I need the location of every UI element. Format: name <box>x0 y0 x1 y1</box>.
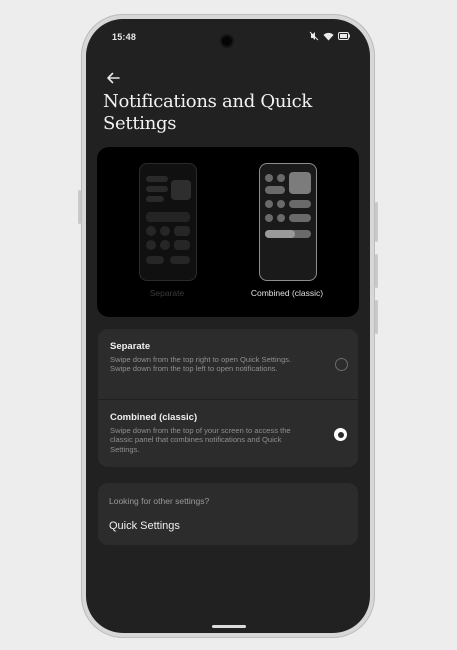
status-icons <box>309 31 350 41</box>
combined-radio[interactable] <box>334 428 347 441</box>
combined-preview-label: Combined (classic) <box>250 288 324 298</box>
screen: 15:48 Notifications and Quick Settings S… <box>86 19 370 633</box>
wifi-icon <box>323 32 334 40</box>
do-not-disturb-icon <box>309 31 319 41</box>
option-combined-title: Combined (classic) <box>110 412 198 423</box>
power-button <box>375 202 378 242</box>
front-camera <box>222 36 232 46</box>
volume-button <box>78 190 81 224</box>
back-arrow-icon[interactable] <box>104 69 122 87</box>
home-indicator[interactable] <box>212 625 246 628</box>
option-separate-title: Separate <box>110 341 151 352</box>
combined-preview[interactable] <box>259 163 317 281</box>
volume-down-button <box>375 300 378 334</box>
radio-selected-dot <box>337 431 344 438</box>
phone-frame: 15:48 Notifications and Quick Settings S… <box>78 14 378 638</box>
status-time: 15:48 <box>112 32 137 42</box>
option-combined-description: Swipe down from the top of your screen t… <box>110 426 291 454</box>
volume-up-button <box>375 254 378 288</box>
other-settings-card: Looking for other settings? Quick Settin… <box>98 483 358 545</box>
layout-options-card: Separate Swipe down from the top right t… <box>98 329 358 467</box>
option-separate-description: Swipe down from the top right to open Qu… <box>110 355 292 374</box>
quick-settings-link[interactable]: Quick Settings <box>109 520 180 532</box>
option-separate[interactable]: Separate Swipe down from the top right t… <box>98 329 358 399</box>
separate-preview[interactable] <box>139 163 197 281</box>
option-combined[interactable]: Combined (classic) Swipe down from the t… <box>98 400 358 467</box>
separate-radio[interactable] <box>335 358 348 371</box>
separate-preview-label: Separate <box>149 288 185 298</box>
layout-preview: Separate Combined (classic) <box>97 147 359 317</box>
status-bar: 15:48 <box>86 19 370 49</box>
page-title: Notifications and Quick Settings <box>103 91 312 134</box>
battery-icon <box>338 32 350 40</box>
other-settings-hint: Looking for other settings? <box>109 496 210 506</box>
